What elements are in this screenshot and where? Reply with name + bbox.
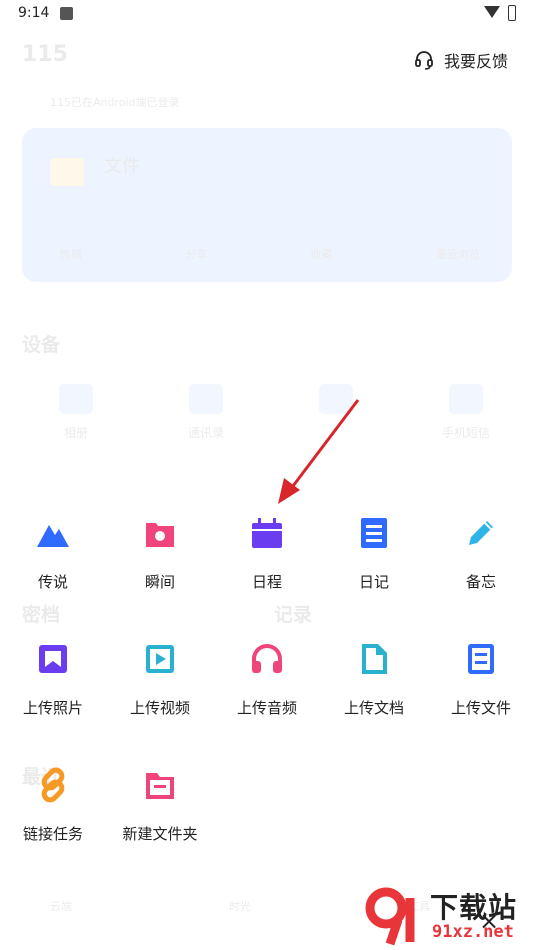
mountain-icon <box>37 525 69 547</box>
action-upload-video[interactable]: 上传视频 <box>115 631 205 717</box>
notification-icon <box>60 7 73 20</box>
action-label: 日记 <box>358 573 389 591</box>
bg-card-action: 分享 <box>185 248 208 261</box>
bg-card-action: 收藏 <box>310 248 333 261</box>
action-row: 传说 瞬间 日程 日记 备忘 <box>0 505 534 605</box>
feedback-label: 我要反馈 <box>444 52 509 71</box>
action-label: 上传文档 <box>343 699 404 717</box>
bg-nav-item: 云端 <box>50 900 72 913</box>
headphones-icon <box>252 644 282 673</box>
diary-icon <box>361 518 387 548</box>
bg-sms-icon <box>449 384 483 414</box>
upload-photo-icon <box>39 645 67 673</box>
action-schedule[interactable]: 日程 <box>222 505 312 591</box>
calendar-icon <box>252 518 282 548</box>
watermark-brand: 下载站 <box>430 891 518 924</box>
action-label: 传说 <box>37 573 68 591</box>
file-icon <box>468 644 494 674</box>
action-label: 上传文件 <box>450 699 511 717</box>
bg-app-title: 115 <box>22 42 68 67</box>
watermark-domain: 91xz.net <box>432 922 514 942</box>
bg-contacts-icon <box>189 384 223 414</box>
bg-folder-icon <box>50 158 84 186</box>
document-icon <box>362 644 387 674</box>
action-upload-document[interactable]: 上传文档 <box>329 631 419 717</box>
annotation-arrow <box>278 399 360 504</box>
action-label: 上传照片 <box>22 699 83 717</box>
action-upload-audio[interactable]: 上传音频 <box>222 631 312 717</box>
bg-device: 手机短信 <box>436 384 496 441</box>
bg-section-devices: 设备 <box>22 334 61 356</box>
action-label: 新建文件夹 <box>122 825 198 843</box>
action-upload-photo[interactable]: 上传照片 <box>8 631 98 717</box>
link-icon <box>41 767 65 803</box>
bg-album-icon <box>59 384 93 414</box>
action-upload-file[interactable]: 上传文件 <box>436 631 526 717</box>
bg-login-notice: 115已在Android端已登录 <box>50 96 180 109</box>
action-label: 链接任务 <box>22 825 83 843</box>
bg-device-label: 通讯录 <box>187 426 224 440</box>
bg-card-actions: 传输 分享 收藏 最近浏览 <box>60 246 480 262</box>
upload-video-icon <box>146 645 174 673</box>
bg-device-label: 相册 <box>63 426 88 440</box>
action-label: 瞬间 <box>144 573 175 591</box>
status-time: 9:14 <box>18 5 50 21</box>
action-row: 上传照片 上传视频 上传音频 上传文档 上传文件 <box>0 631 534 731</box>
watermark-logo-icon <box>365 887 415 946</box>
feedback-button[interactable]: 我要反馈 <box>414 48 508 72</box>
bg-device: 通讯录 <box>176 384 236 441</box>
bg-device: 相册 <box>46 384 106 441</box>
action-link-task[interactable]: 链接任务 <box>8 757 98 843</box>
action-label: 上传视频 <box>129 699 190 717</box>
bg-nav-item: 时光 <box>229 900 251 913</box>
bg-card-action: 最近浏览 <box>435 248 480 261</box>
bg-card-action: 传输 <box>60 248 82 261</box>
action-label: 日程 <box>251 573 282 591</box>
watermark: 下载站 91xz.net <box>362 884 530 946</box>
action-label: 上传音频 <box>236 699 297 717</box>
action-new-folder[interactable]: 新建文件夹 <box>115 757 205 843</box>
action-label: 备忘 <box>465 573 496 591</box>
bg-device-label: 手机短信 <box>441 426 490 440</box>
wifi-icon <box>484 6 500 18</box>
new-folder-icon <box>146 773 174 799</box>
battery-icon <box>508 5 516 21</box>
pencil-icon <box>469 521 493 545</box>
action-moment[interactable]: 瞬间 <box>115 505 205 591</box>
action-legend[interactable]: 传说 <box>8 505 98 591</box>
action-row: 链接任务 新建文件夹 <box>0 757 534 857</box>
headset-icon <box>415 51 433 70</box>
action-memo[interactable]: 备忘 <box>436 505 526 591</box>
status-bar: 9:14 <box>0 0 534 28</box>
photo-frame-icon <box>146 523 174 547</box>
action-diary[interactable]: 日记 <box>329 505 419 591</box>
bg-card-title: 文件 <box>104 156 140 177</box>
